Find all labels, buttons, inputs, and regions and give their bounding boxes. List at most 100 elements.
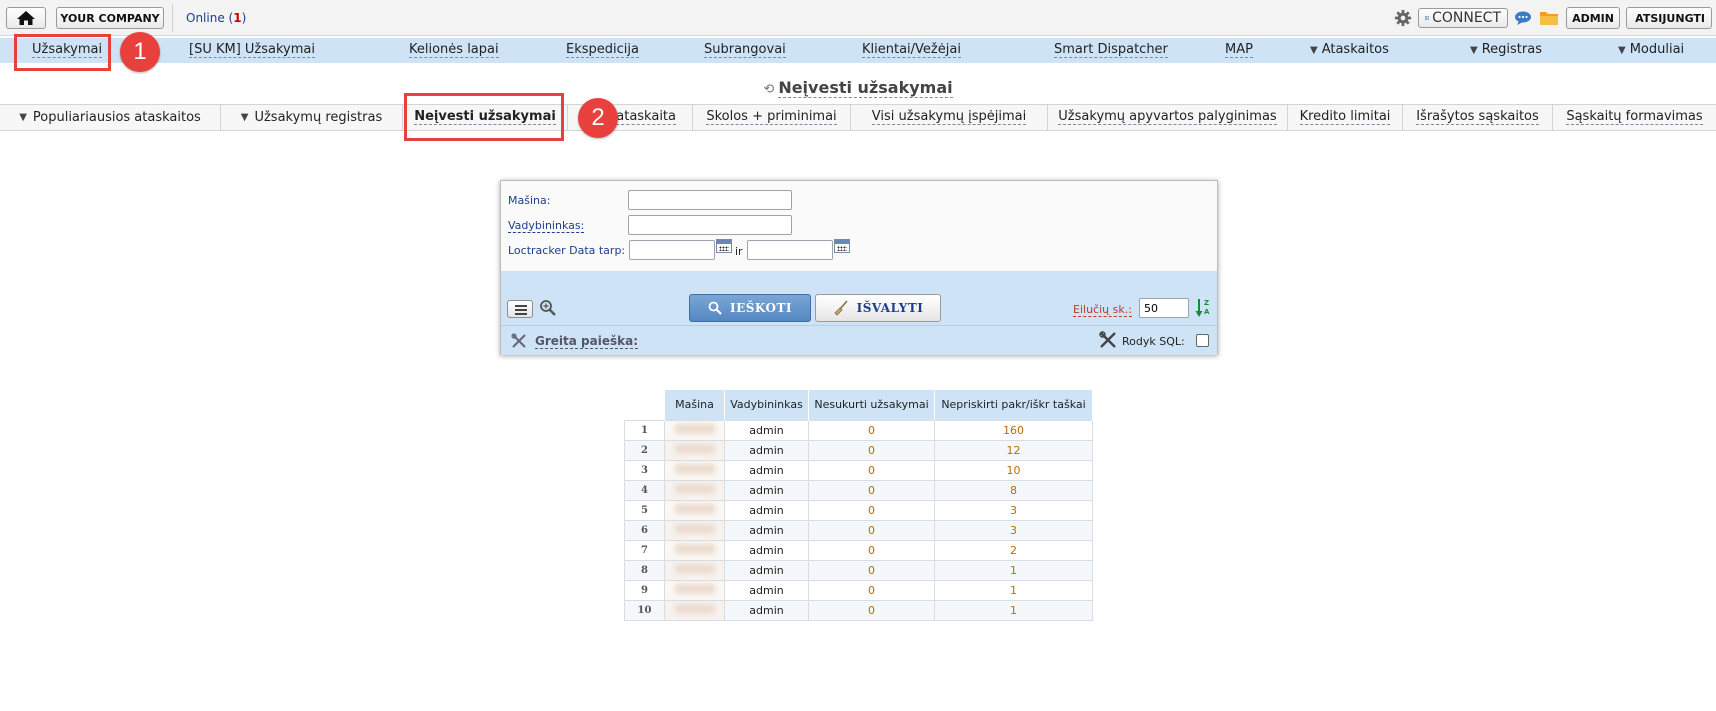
points-cell[interactable]: 160	[934, 419, 1093, 441]
orders-cell[interactable]: 0	[808, 539, 935, 561]
show-sql-checkbox[interactable]	[1196, 334, 1209, 347]
nav-su-km-uzsakymai[interactable]: [SU KM] Užsakymai	[189, 43, 315, 58]
row-number: 5	[624, 499, 665, 521]
gear-icon[interactable]	[1394, 9, 1412, 27]
manager-cell: admin	[724, 419, 809, 441]
orders-cell[interactable]: 0	[808, 559, 935, 581]
rows-count-label[interactable]: Eilučių sk.:	[1073, 303, 1132, 317]
logout-button[interactable]: ATSIJUNGTI	[1626, 7, 1712, 29]
col-vadybininkas[interactable]: Vadybininkas	[724, 390, 809, 420]
masina-cell-redacted[interactable]	[664, 599, 725, 621]
menu-button[interactable]	[507, 300, 533, 318]
tab-saskaitu-formavimas[interactable]: Sąskaitų formavimas	[1553, 105, 1716, 130]
masina-cell-redacted[interactable]	[664, 439, 725, 461]
nav-ekspedicija[interactable]: Ekspedicija	[566, 43, 639, 58]
tab-uzsakymu-apyvartos-palyginimas[interactable]: Užsakymų apyvartos palyginimas	[1048, 105, 1288, 130]
table-row[interactable]: 5 admin 0 3	[624, 499, 1093, 521]
tab-label: Kredito limitai	[1299, 109, 1391, 125]
tab-skolos-priminimai[interactable]: Skolos + priminimai	[693, 105, 851, 130]
orders-cell[interactable]: 0	[808, 439, 935, 461]
top-bar: YOUR COMPANY Online (1) CONNECT ADMIN AT…	[0, 0, 1716, 36]
masina-cell-redacted[interactable]	[664, 559, 725, 581]
page-title-text[interactable]: Neįvesti užsakymai	[778, 78, 953, 98]
nav-ataskaitos[interactable]: ▼ Ataskaitos	[1310, 43, 1389, 58]
nav-keliones-lapai[interactable]: Kelionės lapai	[409, 43, 499, 58]
orders-cell[interactable]: 0	[808, 599, 935, 621]
table-row[interactable]: 6 admin 0 3	[624, 519, 1093, 541]
masina-cell-redacted[interactable]	[664, 579, 725, 601]
table-row[interactable]: 4 admin 0 8	[624, 479, 1093, 501]
masina-cell-redacted[interactable]	[664, 419, 725, 441]
row-number: 1	[624, 419, 665, 441]
tab-kredito-limitai[interactable]: Kredito limitai	[1288, 105, 1403, 130]
online-users-link[interactable]: Online (1)	[186, 11, 246, 25]
masina-input[interactable]	[628, 190, 792, 210]
show-sql-label: Rodyk SQL:	[1122, 335, 1185, 348]
table-row[interactable]: 9 admin 0 1	[624, 579, 1093, 601]
tab-israsytos-saskaitos[interactable]: Išrašytos sąskaitos	[1403, 105, 1553, 130]
points-cell[interactable]: 10	[934, 459, 1093, 481]
manager-cell: admin	[724, 599, 809, 621]
table-row[interactable]: 2 admin 0 12	[624, 439, 1093, 461]
triangle-down-icon: ▼	[1618, 45, 1626, 56]
vadybininkas-label[interactable]: Vadybininkas:	[508, 219, 585, 233]
manager-cell: admin	[724, 519, 809, 541]
col-nesukurti-uzsakymai[interactable]: Nesukurti užsakymai	[808, 390, 935, 420]
company-button[interactable]: YOUR COMPANY	[56, 7, 164, 29]
tab-uzsakymu-registras[interactable]: ▼ Užsakymų registras	[221, 105, 403, 130]
points-cell[interactable]: 8	[934, 479, 1093, 501]
masina-cell-redacted[interactable]	[664, 479, 725, 501]
orders-cell[interactable]: 0	[808, 459, 935, 481]
home-button[interactable]	[6, 7, 46, 29]
nav-moduliai[interactable]: ▼ Moduliai	[1618, 43, 1684, 58]
points-cell[interactable]: 2	[934, 539, 1093, 561]
table-row[interactable]: 1 admin 0 160	[624, 419, 1093, 441]
vadybininkas-input[interactable]	[628, 215, 792, 235]
search-button-label: IEŠKOTI	[729, 301, 793, 315]
points-cell[interactable]: 3	[934, 519, 1093, 541]
folder-icon[interactable]	[1539, 9, 1559, 27]
sort-za-icon[interactable]: Z A	[1195, 297, 1211, 319]
quick-search-link[interactable]: Greita paieška:	[535, 334, 638, 349]
orders-cell[interactable]: 0	[808, 519, 935, 541]
nav-klientai-vezejai[interactable]: Klientai/Vežėjai	[862, 43, 961, 58]
chat-icon[interactable]	[1514, 11, 1532, 25]
date-from-input[interactable]	[629, 240, 715, 260]
points-cell[interactable]: 12	[934, 439, 1093, 461]
masina-cell-redacted[interactable]	[664, 499, 725, 521]
table-row[interactable]: 7 admin 0 2	[624, 539, 1093, 561]
points-cell[interactable]: 1	[934, 579, 1093, 601]
masina-cell-redacted[interactable]	[664, 539, 725, 561]
table-row[interactable]: 3 admin 0 10	[624, 459, 1093, 481]
date-to-input[interactable]	[747, 240, 833, 260]
points-cell[interactable]: 1	[934, 559, 1093, 581]
nav-subrangovai[interactable]: Subrangovai	[704, 43, 786, 58]
tab-visi-uzsakymu-ispejimai[interactable]: Visi užsakymų įspėjimai	[851, 105, 1048, 130]
col-masina[interactable]: Mašina	[664, 390, 725, 420]
clear-button[interactable]: IŠVALYTI	[815, 294, 941, 322]
points-cell[interactable]: 1	[934, 599, 1093, 621]
table-row[interactable]: 10 admin 0 1	[624, 599, 1093, 621]
orders-cell[interactable]: 0	[808, 499, 935, 521]
nav-map[interactable]: MAP	[1225, 43, 1253, 58]
rows-count-input[interactable]	[1139, 298, 1189, 318]
tab-populiariausios-ataskaitos[interactable]: ▼ Populiariausios ataskaitos	[0, 105, 221, 130]
masina-cell-redacted[interactable]	[664, 459, 725, 481]
orders-cell[interactable]: 0	[808, 479, 935, 501]
masina-cell-redacted[interactable]	[664, 519, 725, 541]
col-nepriskirti-taskai[interactable]: Nepriskirti pakr/iškr taškai	[934, 390, 1093, 420]
admin-button[interactable]: ADMIN	[1566, 7, 1620, 29]
nav-smart-dispatcher[interactable]: Smart Dispatcher	[1054, 43, 1168, 58]
points-cell[interactable]: 3	[934, 499, 1093, 521]
page-title: ⟲ Neįvesti užsakymai	[0, 78, 1716, 98]
table-row[interactable]: 8 admin 0 1	[624, 559, 1093, 581]
orders-cell[interactable]: 0	[808, 419, 935, 441]
calendar-icon[interactable]	[834, 239, 850, 253]
search-button[interactable]: IEŠKOTI	[689, 294, 811, 322]
calendar-icon[interactable]	[716, 239, 732, 253]
orders-cell[interactable]: 0	[808, 579, 935, 601]
connect-button[interactable]: CONNECT	[1418, 8, 1508, 28]
nav-registras[interactable]: ▼ Registras	[1470, 43, 1542, 58]
sql-tools-icon	[1099, 331, 1116, 348]
zoom-icon[interactable]	[539, 299, 557, 317]
